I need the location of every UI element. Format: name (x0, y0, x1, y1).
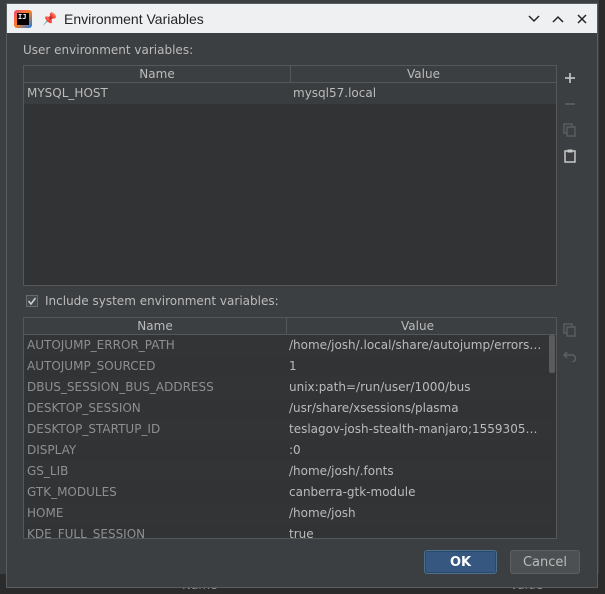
variable-value: teslagov-josh-stealth-manjaro;1559305937… (289, 422, 542, 436)
table-row[interactable]: AUTOJUMP_ERROR_PATH/home/josh/.local/sha… (24, 335, 556, 356)
copy-icon (563, 323, 576, 337)
environment-variables-dialog: IJ 📌 Environment Variables User environm… (6, 3, 598, 588)
table-row[interactable]: HOME/home/josh (24, 503, 556, 524)
variable-name: DISPLAY (27, 443, 77, 457)
system-variables-table[interactable]: Name Value AUTOJUMP_ERROR_PATH/home/josh… (23, 317, 557, 539)
remove-variable-button[interactable] (561, 95, 579, 113)
close-button[interactable] (573, 10, 591, 28)
user-variables-table[interactable]: Name Value MYSQL_HOST mysql57.local (23, 65, 557, 286)
window-title: Environment Variables (64, 10, 204, 27)
cancel-button[interactable]: Cancel (510, 550, 580, 574)
include-system-checkbox[interactable] (26, 295, 38, 307)
variable-value: :0 (289, 443, 301, 457)
background-window-edge (599, 0, 605, 594)
variable-value: /home/josh (289, 506, 356, 520)
copy-variable-button[interactable] (561, 121, 579, 139)
user-variables-label: User environment variables: (23, 43, 194, 57)
close-icon (577, 13, 587, 24)
variable-name: HOME (27, 506, 64, 520)
variable-name: DESKTOP_STARTUP_ID (27, 422, 161, 436)
system-table-scrollbar[interactable] (549, 335, 555, 373)
variable-name: GTK_MODULES (27, 485, 117, 499)
chevron-down-icon (528, 14, 540, 22)
add-variable-button[interactable] (561, 69, 579, 87)
variable-value: canberra-gtk-module (289, 485, 416, 499)
variable-value: 1 (289, 359, 297, 373)
variable-name: GS_LIB (27, 464, 69, 478)
variable-name: AUTOJUMP_ERROR_PATH (27, 338, 175, 352)
variable-value: /home/josh/.local/share/autojump/errors.… (289, 338, 542, 352)
system-table-header: Name Value (24, 318, 556, 335)
column-header-name[interactable]: Name (24, 66, 290, 82)
variable-value: /home/josh/.fonts (289, 464, 394, 478)
column-header-value[interactable]: Value (290, 66, 556, 82)
variable-value: /usr/share/xsessions/plasma (289, 401, 459, 415)
checkmark-icon (27, 297, 37, 306)
variable-name: MYSQL_HOST (27, 86, 108, 100)
remove-icon (565, 103, 575, 105)
undo-icon (563, 351, 577, 362)
table-row[interactable]: DBUS_SESSION_BUS_ADDRESS unix:path=/run/u… (24, 377, 556, 398)
ok-button[interactable]: OK (424, 550, 497, 574)
intellij-app-icon: IJ (14, 9, 32, 28)
copy-icon (563, 123, 576, 137)
variable-name: AUTOJUMP_SOURCED (27, 359, 156, 373)
column-header-name[interactable]: Name (24, 318, 286, 334)
variable-value: true (289, 527, 314, 539)
table-row[interactable]: DISPLAY :0 (24, 440, 556, 461)
system-table-body: AUTOJUMP_ERROR_PATH/home/josh/.local/sha… (24, 335, 556, 539)
paste-icon (564, 149, 576, 163)
table-row[interactable]: GTK_MODULES canberra-gtk-module (24, 482, 556, 503)
table-row[interactable]: DESKTOP_SESSION/usr/share/xsessions/plas… (24, 398, 556, 419)
pin-icon[interactable]: 📌 (42, 12, 57, 26)
variable-value: unix:path=/run/user/1000/bus (289, 380, 471, 394)
include-system-label[interactable]: Include system environment variables: (45, 294, 279, 308)
user-table-header: Name Value (24, 66, 556, 83)
paste-variable-button[interactable] (561, 147, 579, 165)
add-icon (565, 73, 575, 83)
variable-name: DESKTOP_SESSION (27, 401, 141, 415)
copy-system-variable-button[interactable] (561, 321, 579, 339)
table-row[interactable]: MYSQL_HOST mysql57.local (24, 83, 556, 104)
column-header-value[interactable]: Value (286, 318, 548, 334)
variable-value: mysql57.local (293, 86, 377, 100)
chevron-up-icon (552, 15, 564, 23)
table-row[interactable]: GS_LIB/home/josh/.fonts (24, 461, 556, 482)
title-bar: IJ 📌 Environment Variables (7, 4, 597, 33)
table-row[interactable]: AUTOJUMP_SOURCED 1 (24, 356, 556, 377)
variable-name: DBUS_SESSION_BUS_ADDRESS (27, 380, 214, 394)
minimize-button[interactable] (525, 10, 543, 28)
table-row[interactable]: DESKTOP_STARTUP_ID teslagov-josh-stealth-… (24, 419, 556, 440)
maximize-button[interactable] (549, 10, 567, 28)
revert-system-variable-button[interactable] (561, 347, 579, 365)
variable-name: KDE_FULL_SESSION (27, 527, 146, 539)
table-row[interactable]: KDE_FULL_SESSION true (24, 524, 556, 539)
